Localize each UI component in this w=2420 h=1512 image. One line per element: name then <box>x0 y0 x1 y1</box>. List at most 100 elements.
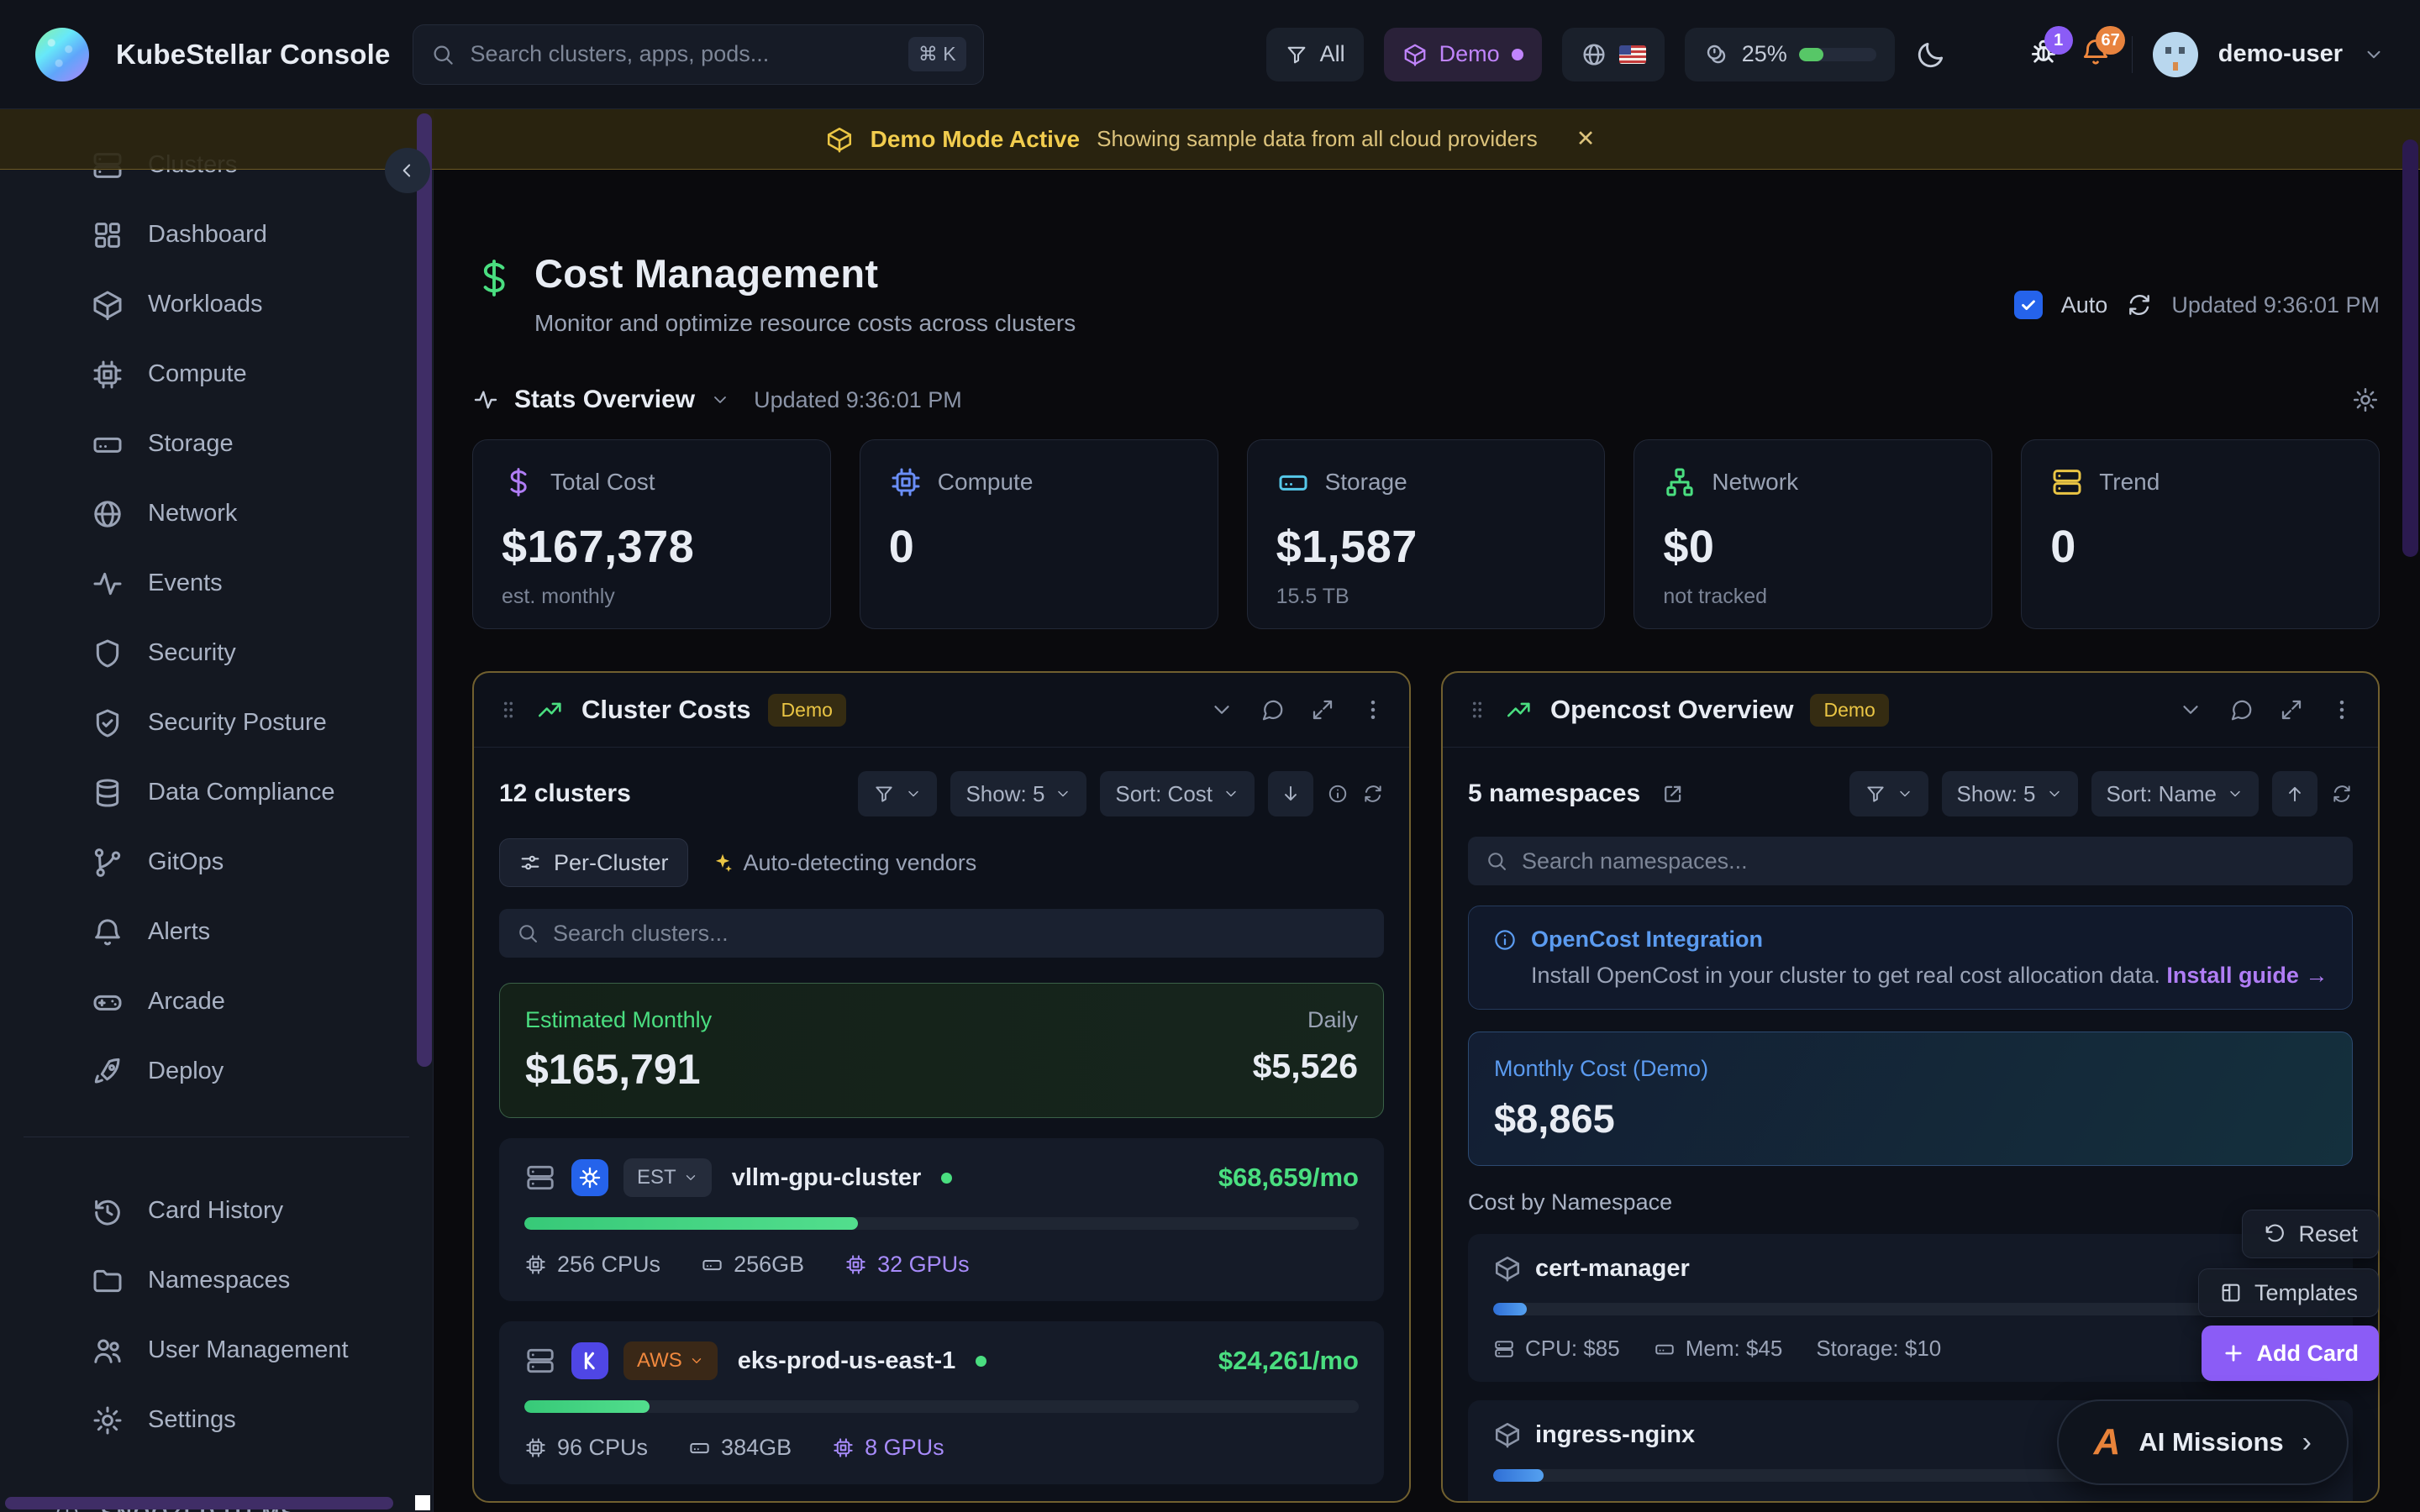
notifications-button[interactable]: 67 <box>2080 36 2112 72</box>
cost-by-namespace-label: Cost by Namespace <box>1468 1189 2353 1215</box>
drag-handle-icon[interactable] <box>1466 696 1488 724</box>
stat-sub: not tracked <box>1663 585 1963 609</box>
chevron-down-icon[interactable] <box>1209 697 1234 722</box>
comment-icon[interactable] <box>1260 697 1285 722</box>
sidebar-item-storage[interactable]: Storage <box>0 409 433 479</box>
chevron-down-icon <box>1897 785 1913 802</box>
comment-icon[interactable] <box>2228 697 2254 722</box>
cluster-search-input[interactable] <box>553 921 1367 947</box>
sidebar-item-dashboard[interactable]: Dashboard <box>0 200 433 270</box>
sidebar-item-deploy[interactable]: Deploy <box>0 1037 433 1106</box>
add-card-button[interactable]: Add Card <box>2202 1326 2380 1381</box>
install-guide-link[interactable]: Install guide → <box>2166 963 2328 988</box>
expand-icon[interactable] <box>2279 697 2304 722</box>
assistant-icon[interactable] <box>1967 34 2007 75</box>
dashboard-icon <box>91 218 124 252</box>
filter-button[interactable] <box>1849 771 1928 816</box>
cluster-row[interactable]: AWS eks-prod-us-east-1 $24,261/mo 96 CPU… <box>499 1321 1384 1484</box>
expand-icon[interactable] <box>1310 697 1335 722</box>
status-dot <box>941 1173 952 1184</box>
sidebar-item-namespaces[interactable]: Namespaces <box>0 1246 433 1315</box>
opencost-integration-banner: OpenCost Integration Install OpenCost in… <box>1468 906 2353 1010</box>
provider-chip[interactable]: AWS <box>623 1341 718 1380</box>
sidebar-collapse-button[interactable] <box>385 148 430 193</box>
refresh-icon[interactable] <box>1362 783 1384 805</box>
cluster-search[interactable] <box>499 909 1384 958</box>
namespace-search[interactable] <box>1468 837 2353 885</box>
chevron-down-icon <box>1223 785 1239 802</box>
sidebar-item-workloads[interactable]: Workloads <box>0 270 433 339</box>
chevron-down-icon[interactable] <box>2363 44 2385 66</box>
bug-report-button[interactable]: 1 <box>2028 36 2060 72</box>
kebab-menu-icon[interactable] <box>1360 697 1386 722</box>
stat-value: $167,378 <box>502 521 802 573</box>
info-icon[interactable] <box>1327 783 1349 805</box>
sidebar-item-arcade[interactable]: Arcade <box>0 967 433 1037</box>
auto-refresh-checkbox[interactable] <box>2014 291 2043 319</box>
user-avatar[interactable] <box>2153 32 2198 77</box>
sidebar-item-alerts[interactable]: Alerts <box>0 897 433 967</box>
memory-stat: 384GB <box>688 1435 792 1461</box>
memory-cost: Mem: $45 <box>1654 1336 1783 1362</box>
namespace-search-input[interactable] <box>1522 848 2336 874</box>
sidebar-item-security[interactable]: Security <box>0 618 433 688</box>
banner-close-button[interactable]: ✕ <box>1576 126 1596 152</box>
ai-missions-button[interactable]: A AI Missions › <box>2057 1399 2349 1485</box>
sort-direction-button[interactable] <box>1268 771 1313 816</box>
global-search-input[interactable] <box>471 41 893 67</box>
gear-icon[interactable] <box>2351 386 2380 414</box>
sort-dropdown[interactable]: Sort: Name <box>2091 771 2260 816</box>
memory-cost-value: Mem: $80 <box>1697 1502 1795 1503</box>
kebab-menu-icon[interactable] <box>2329 697 2354 722</box>
sidebar-item-data-compliance[interactable]: Data Compliance <box>0 758 433 827</box>
memory-icon <box>1654 1338 1676 1360</box>
dark-mode-toggle-icon[interactable] <box>1915 39 1947 71</box>
show-dropdown[interactable]: Show: 5 <box>950 771 1086 816</box>
external-link-icon[interactable] <box>1660 781 1686 806</box>
chevron-down-icon[interactable] <box>2178 697 2203 722</box>
show-dropdown[interactable]: Show: 5 <box>1942 771 2078 816</box>
sort-dropdown[interactable]: Sort: Cost <box>1100 771 1255 816</box>
database-icon <box>91 776 124 810</box>
chevron-down-icon <box>683 1170 698 1185</box>
app-header: KubeStellar Console ⌘ K All Demo 25% 1 <box>0 0 2420 109</box>
sidebar-horizontal-scrollbar[interactable] <box>5 1497 393 1509</box>
per-cluster-toggle[interactable]: Per-Cluster <box>499 838 688 887</box>
sidebar-item-security-posture[interactable]: Security Posture <box>0 688 433 758</box>
cpu-cost: CPU: $120 <box>1493 1502 1632 1503</box>
sidebar-item-network[interactable]: Network <box>0 479 433 549</box>
filter-button[interactable] <box>858 771 937 816</box>
locale-button[interactable] <box>1562 28 1665 81</box>
reset-button[interactable]: Reset <box>2242 1210 2379 1258</box>
gamepad-icon <box>91 985 124 1019</box>
sidebar-item-settings[interactable]: Settings <box>0 1385 433 1455</box>
sidebar-item-label: Namespaces <box>148 1267 290 1294</box>
provider-chip[interactable]: EST <box>623 1158 712 1197</box>
sidebar-item-label: Security <box>148 639 236 667</box>
sidebar-item-label: Data Compliance <box>148 779 334 806</box>
sidebar-item-compute[interactable]: Compute <box>0 339 433 409</box>
drag-handle-icon[interactable] <box>497 696 519 724</box>
sidebar-item-user-management[interactable]: User Management <box>0 1315 433 1385</box>
templates-button[interactable]: Templates <box>2198 1268 2379 1317</box>
chevron-right-icon: › <box>2302 1426 2312 1459</box>
global-search[interactable]: ⌘ K <box>413 24 984 85</box>
demo-mode-button[interactable]: Demo <box>1384 28 1542 81</box>
sidebar-item-label: Storage <box>148 430 234 458</box>
chevron-down-icon[interactable] <box>710 390 730 410</box>
sort-direction-button[interactable] <box>2272 771 2317 816</box>
refresh-icon[interactable] <box>2126 291 2153 318</box>
filter-all-button[interactable]: All <box>1266 28 1364 81</box>
stat-card-total-cost: Total Cost $167,378 est. monthly <box>472 439 831 629</box>
usage-meter[interactable]: 25% <box>1685 28 1895 81</box>
refresh-icon[interactable] <box>2331 783 2353 805</box>
notification-count-badge: 67 <box>2096 26 2124 55</box>
sidebar-item-gitops[interactable]: GitOps <box>0 827 433 897</box>
cluster-row[interactable]: EST vllm-gpu-cluster $68,659/mo 256 CPUs <box>499 1138 1384 1301</box>
sidebar-scrollbar[interactable] <box>417 113 432 1067</box>
namespace-name: ingress-nginx <box>1535 1421 1695 1449</box>
sidebar-item-card-history[interactable]: Card History <box>0 1176 433 1246</box>
divider <box>2132 36 2133 73</box>
main-scrollbar[interactable] <box>2402 139 2418 557</box>
sidebar-item-events[interactable]: Events <box>0 549 433 618</box>
